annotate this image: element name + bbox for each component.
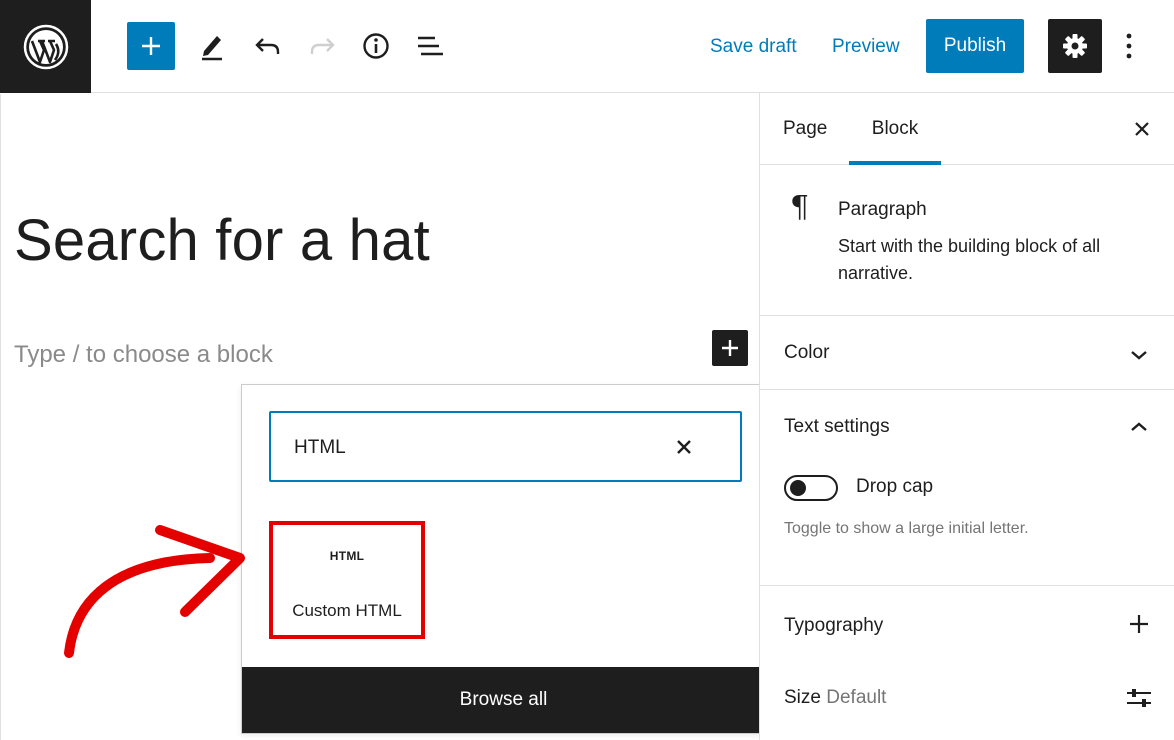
tab-page[interactable]: Page bbox=[783, 93, 827, 165]
empty-block-placeholder[interactable]: Type / to choose a block bbox=[14, 341, 273, 369]
search-input-value[interactable]: HTML bbox=[294, 437, 346, 459]
block-search-input[interactable]: HTML bbox=[269, 411, 742, 482]
post-title[interactable]: Search for a hat bbox=[14, 207, 430, 274]
undo-button[interactable] bbox=[246, 22, 290, 70]
gear-icon bbox=[1063, 34, 1087, 58]
toggle-knob bbox=[790, 480, 806, 496]
clear-search-button[interactable] bbox=[670, 433, 698, 461]
panel-title: Color bbox=[784, 342, 830, 363]
editor-header: Save draft Preview Publish bbox=[0, 0, 1174, 93]
font-size-control: Size Default bbox=[784, 687, 886, 709]
close-icon bbox=[1135, 122, 1149, 136]
settings-sidebar: Page Block ¶ Paragraph Start with the bu… bbox=[759, 93, 1174, 740]
browse-all-button[interactable]: Browse all bbox=[242, 667, 765, 733]
close-icon bbox=[677, 440, 691, 454]
more-vertical-icon bbox=[1126, 33, 1132, 59]
list-view-button[interactable] bbox=[408, 22, 452, 70]
block-result-custom-html[interactable]: HTML Custom HTML bbox=[269, 521, 425, 639]
typography-options-button[interactable] bbox=[1126, 611, 1152, 637]
undo-icon bbox=[255, 38, 280, 54]
panel-title[interactable]: Text settings bbox=[784, 416, 890, 438]
redo-icon bbox=[310, 38, 335, 54]
publish-button[interactable]: Publish bbox=[926, 19, 1024, 73]
close-sidebar-button[interactable] bbox=[1128, 115, 1156, 143]
block-inserter-popover: HTML HTML Custom HTML Browse all bbox=[241, 384, 766, 734]
size-value: Default bbox=[826, 687, 887, 708]
paragraph-icon: ¶ bbox=[790, 190, 810, 225]
block-card: ¶ Paragraph Start with the building bloc… bbox=[760, 166, 1174, 316]
options-menu-button[interactable] bbox=[1112, 26, 1146, 66]
drop-cap-label: Drop cap bbox=[856, 476, 934, 497]
details-button[interactable] bbox=[354, 22, 398, 70]
sidebar-tabs: Page Block bbox=[760, 93, 1174, 165]
list-view-icon bbox=[418, 36, 443, 56]
html-icon: HTML bbox=[329, 549, 365, 563]
tab-block[interactable]: Block bbox=[849, 93, 941, 165]
chevron-up-icon[interactable] bbox=[1126, 414, 1152, 440]
block-card-description: Start with the building block of all nar… bbox=[838, 236, 1101, 283]
wordpress-logo-icon[interactable] bbox=[0, 0, 91, 93]
redo-button[interactable] bbox=[300, 22, 344, 70]
info-icon bbox=[363, 33, 389, 59]
drop-cap-toggle[interactable] bbox=[784, 475, 838, 501]
save-draft-button[interactable]: Save draft bbox=[710, 22, 797, 72]
preview-button[interactable]: Preview bbox=[832, 22, 900, 72]
add-block-button[interactable] bbox=[127, 22, 175, 70]
size-label: Size bbox=[784, 687, 821, 708]
chevron-down-icon bbox=[1126, 342, 1152, 368]
plus-icon bbox=[722, 340, 738, 356]
panel-text-settings: Text settings Drop cap Toggle to show a … bbox=[760, 390, 1174, 586]
inline-add-block-button[interactable] bbox=[712, 330, 748, 366]
plus-icon bbox=[1130, 615, 1148, 633]
pencil-icon bbox=[202, 36, 222, 61]
panel-typography-title: Typography bbox=[784, 615, 884, 636]
settings-sliders-icon bbox=[1127, 689, 1151, 707]
custom-size-button[interactable] bbox=[1124, 683, 1154, 713]
plus-icon bbox=[142, 37, 160, 55]
drop-cap-help: Toggle to show a large initial letter. bbox=[784, 520, 1029, 537]
settings-button[interactable] bbox=[1048, 19, 1102, 73]
block-result-label: Custom HTML bbox=[292, 601, 402, 620]
tools-button[interactable] bbox=[190, 22, 234, 70]
block-card-title: Paragraph bbox=[838, 199, 927, 220]
annotation-arrow-icon bbox=[64, 525, 245, 658]
panel-color[interactable]: Color bbox=[760, 316, 1174, 390]
